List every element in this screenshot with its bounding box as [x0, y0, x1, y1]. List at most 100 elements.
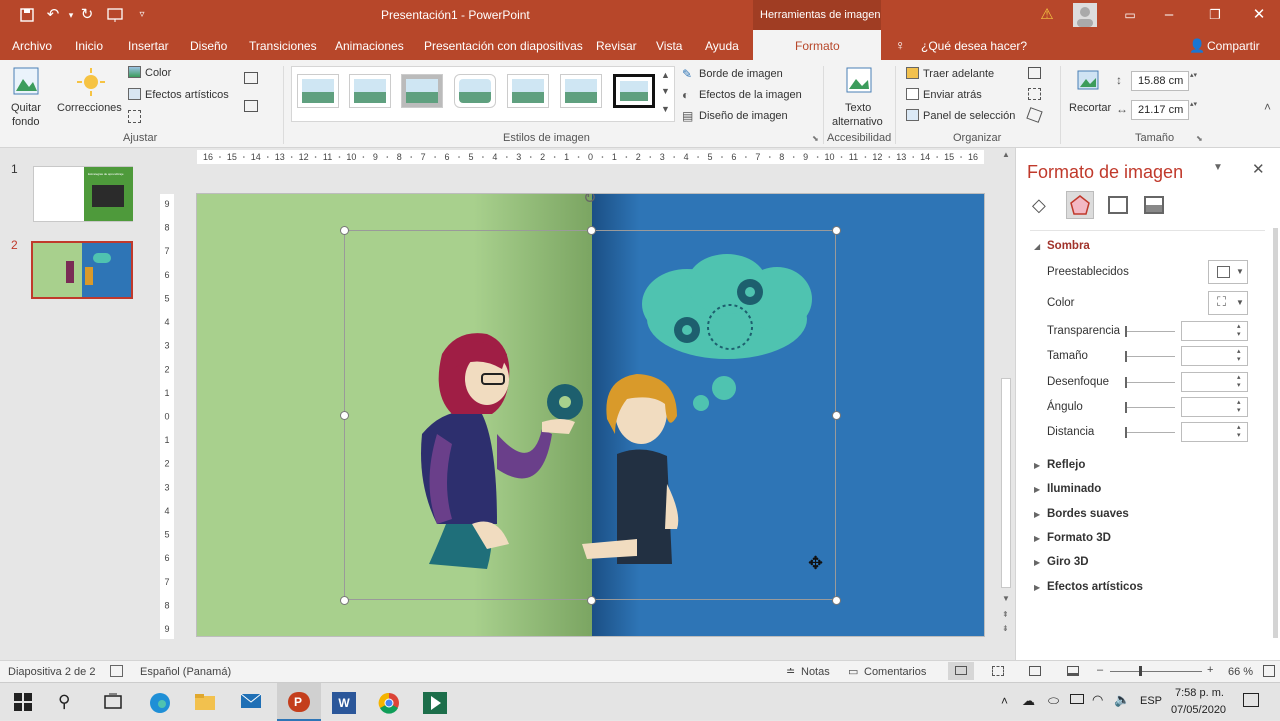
panel-seleccion-button[interactable]: Panel de selección	[906, 109, 1026, 125]
notes-button[interactable]: Notas	[801, 666, 830, 678]
width-input[interactable]: 21.17 cm	[1131, 100, 1189, 120]
dialog-launcher-icon[interactable]: ⬊	[812, 134, 819, 143]
undo-icon[interactable]: ↶	[44, 6, 62, 24]
notification-icon[interactable]	[1243, 693, 1259, 707]
glow-section-header[interactable]: Iluminado	[1047, 483, 1101, 495]
diseno-imagen-button[interactable]: ▤ Diseño de imagen	[682, 109, 812, 125]
present-icon[interactable]	[106, 6, 124, 24]
gallery-more-icon[interactable]: ▼	[661, 104, 670, 114]
artistic-effects-section-header[interactable]: Efectos artísticos	[1047, 581, 1143, 593]
task-view-icon[interactable]	[103, 692, 127, 714]
maximize-icon[interactable]: ❐	[1206, 6, 1224, 24]
picture-style-1[interactable]	[297, 74, 339, 108]
share-button[interactable]: Compartir	[1207, 39, 1260, 53]
size-slider[interactable]	[1125, 351, 1175, 362]
efectos-artisticos-button[interactable]: Efectos artísticos	[128, 88, 240, 104]
resize-handle[interactable]	[340, 411, 349, 420]
scroll-up-icon[interactable]: ▲	[1002, 150, 1010, 159]
tab-animaciones[interactable]: Animaciones	[335, 39, 404, 53]
cloud-icon[interactable]: ☁	[1022, 693, 1035, 709]
minimize-icon[interactable]: –	[1160, 6, 1178, 24]
reflection-section-header[interactable]: Reflejo	[1047, 459, 1085, 471]
shadow-section-header[interactable]: Sombra	[1047, 240, 1090, 252]
slide-thumbnail-2[interactable]	[31, 241, 133, 299]
vertical-scrollbar[interactable]: ▲ ▼ ⇞ ⇟	[998, 148, 1014, 640]
app-icon[interactable]	[423, 692, 447, 714]
tab-inicio[interactable]: Inicio	[75, 39, 103, 53]
input-language[interactable]: ESP	[1140, 695, 1162, 707]
picture-style-2[interactable]	[349, 74, 391, 108]
user-icon[interactable]	[1073, 3, 1097, 27]
picture-style-4[interactable]	[454, 74, 496, 108]
collapse-icon[interactable]: ◢	[1034, 242, 1040, 251]
picture-style-6[interactable]	[560, 74, 602, 108]
zoom-out-icon[interactable]: –	[1097, 664, 1103, 676]
fit-to-window-icon[interactable]	[1263, 665, 1275, 677]
blur-slider[interactable]	[1125, 377, 1175, 388]
align-icon[interactable]	[1028, 67, 1041, 79]
comments-button[interactable]: Comentarios	[864, 666, 926, 678]
zoom-in-icon[interactable]: +	[1207, 664, 1213, 676]
normal-view-icon[interactable]	[948, 662, 974, 680]
volume-icon[interactable]: 🔈	[1114, 692, 1130, 708]
resize-handle[interactable]	[340, 596, 349, 605]
correcciones-button[interactable]: Correcciones	[55, 64, 125, 128]
tab-vista[interactable]: Vista	[656, 39, 682, 53]
tell-me-search[interactable]: ¿Qué desea hacer?	[921, 39, 1027, 53]
size-properties-icon[interactable]	[1108, 196, 1128, 214]
tab-ayuda[interactable]: Ayuda	[705, 39, 739, 53]
effects-icon[interactable]	[1066, 191, 1094, 219]
tab-insertar[interactable]: Insertar	[128, 39, 169, 53]
height-spinner-icon[interactable]: ▴▾	[1190, 72, 1197, 80]
tab-revisar[interactable]: Revisar	[596, 39, 637, 53]
resize-handle[interactable]	[832, 411, 841, 420]
tab-transiciones[interactable]: Transiciones	[249, 39, 317, 53]
resize-handle[interactable]	[587, 596, 596, 605]
distance-input[interactable]	[1181, 422, 1248, 442]
customize-icon[interactable]: ▿	[133, 6, 151, 24]
next-slide-icon[interactable]: ⇟	[1002, 624, 1009, 633]
rotate-handle-icon[interactable]: ↻	[583, 194, 596, 208]
enviar-atras-button[interactable]: Enviar atrás	[906, 88, 1016, 104]
distance-slider[interactable]	[1125, 427, 1175, 438]
rotate-icon[interactable]	[1026, 107, 1043, 123]
gallery-down-icon[interactable]: ▼	[661, 86, 670, 96]
warning-icon[interactable]: ⚠	[1038, 6, 1056, 24]
resize-handle[interactable]	[587, 226, 596, 235]
tab-archivo[interactable]: Archivo	[12, 39, 52, 53]
zoom-level[interactable]: 66 %	[1228, 666, 1253, 678]
chevron-up-icon[interactable]: ˄	[1001, 694, 1008, 708]
collapse-ribbon-icon[interactable]: ˄	[1264, 100, 1271, 114]
reading-view-icon[interactable]	[1029, 666, 1041, 676]
size-input[interactable]	[1181, 346, 1248, 366]
search-icon[interactable]: ⚲	[58, 692, 82, 714]
picture-style-3[interactable]	[401, 74, 443, 108]
slide-sorter-icon[interactable]	[992, 666, 1004, 676]
slide-thumbnail-1[interactable]: Estrategias de aprendizaje	[33, 166, 133, 222]
transparency-slider[interactable]	[1125, 326, 1175, 337]
borde-imagen-button[interactable]: ✎ Borde de imagen	[682, 67, 812, 83]
save-icon[interactable]	[18, 6, 36, 24]
tab-diseno[interactable]: Diseño	[190, 39, 227, 53]
expand-icon[interactable]: ▶	[1034, 583, 1040, 592]
picture-icon[interactable]	[1144, 196, 1164, 214]
change-picture-icon[interactable]	[244, 100, 258, 112]
wifi-icon[interactable]: ◠	[1092, 692, 1103, 708]
group-icon[interactable]	[1028, 88, 1041, 100]
explorer-icon[interactable]	[194, 692, 218, 714]
edge-icon[interactable]	[149, 692, 173, 714]
fill-icon[interactable]: ◇	[1032, 195, 1046, 216]
height-input[interactable]: 15.88 cm	[1131, 71, 1189, 91]
pane-close-icon[interactable]: ✕	[1252, 160, 1265, 178]
expand-icon[interactable]: ▶	[1034, 510, 1040, 519]
expand-icon[interactable]: ▶	[1034, 534, 1040, 543]
scroll-down-icon[interactable]: ▼	[1002, 594, 1010, 603]
rotation-3d-section-header[interactable]: Giro 3D	[1047, 556, 1089, 568]
angle-input[interactable]	[1181, 397, 1248, 417]
powerpoint-taskbar-button[interactable]: P	[277, 683, 321, 721]
format-3d-section-header[interactable]: Formato 3D	[1047, 532, 1111, 544]
soft-edges-section-header[interactable]: Bordes suaves	[1047, 508, 1129, 520]
picture-style-5[interactable]	[507, 74, 549, 108]
color-button[interactable]: Color	[128, 66, 240, 82]
word-icon[interactable]: W	[332, 692, 356, 714]
